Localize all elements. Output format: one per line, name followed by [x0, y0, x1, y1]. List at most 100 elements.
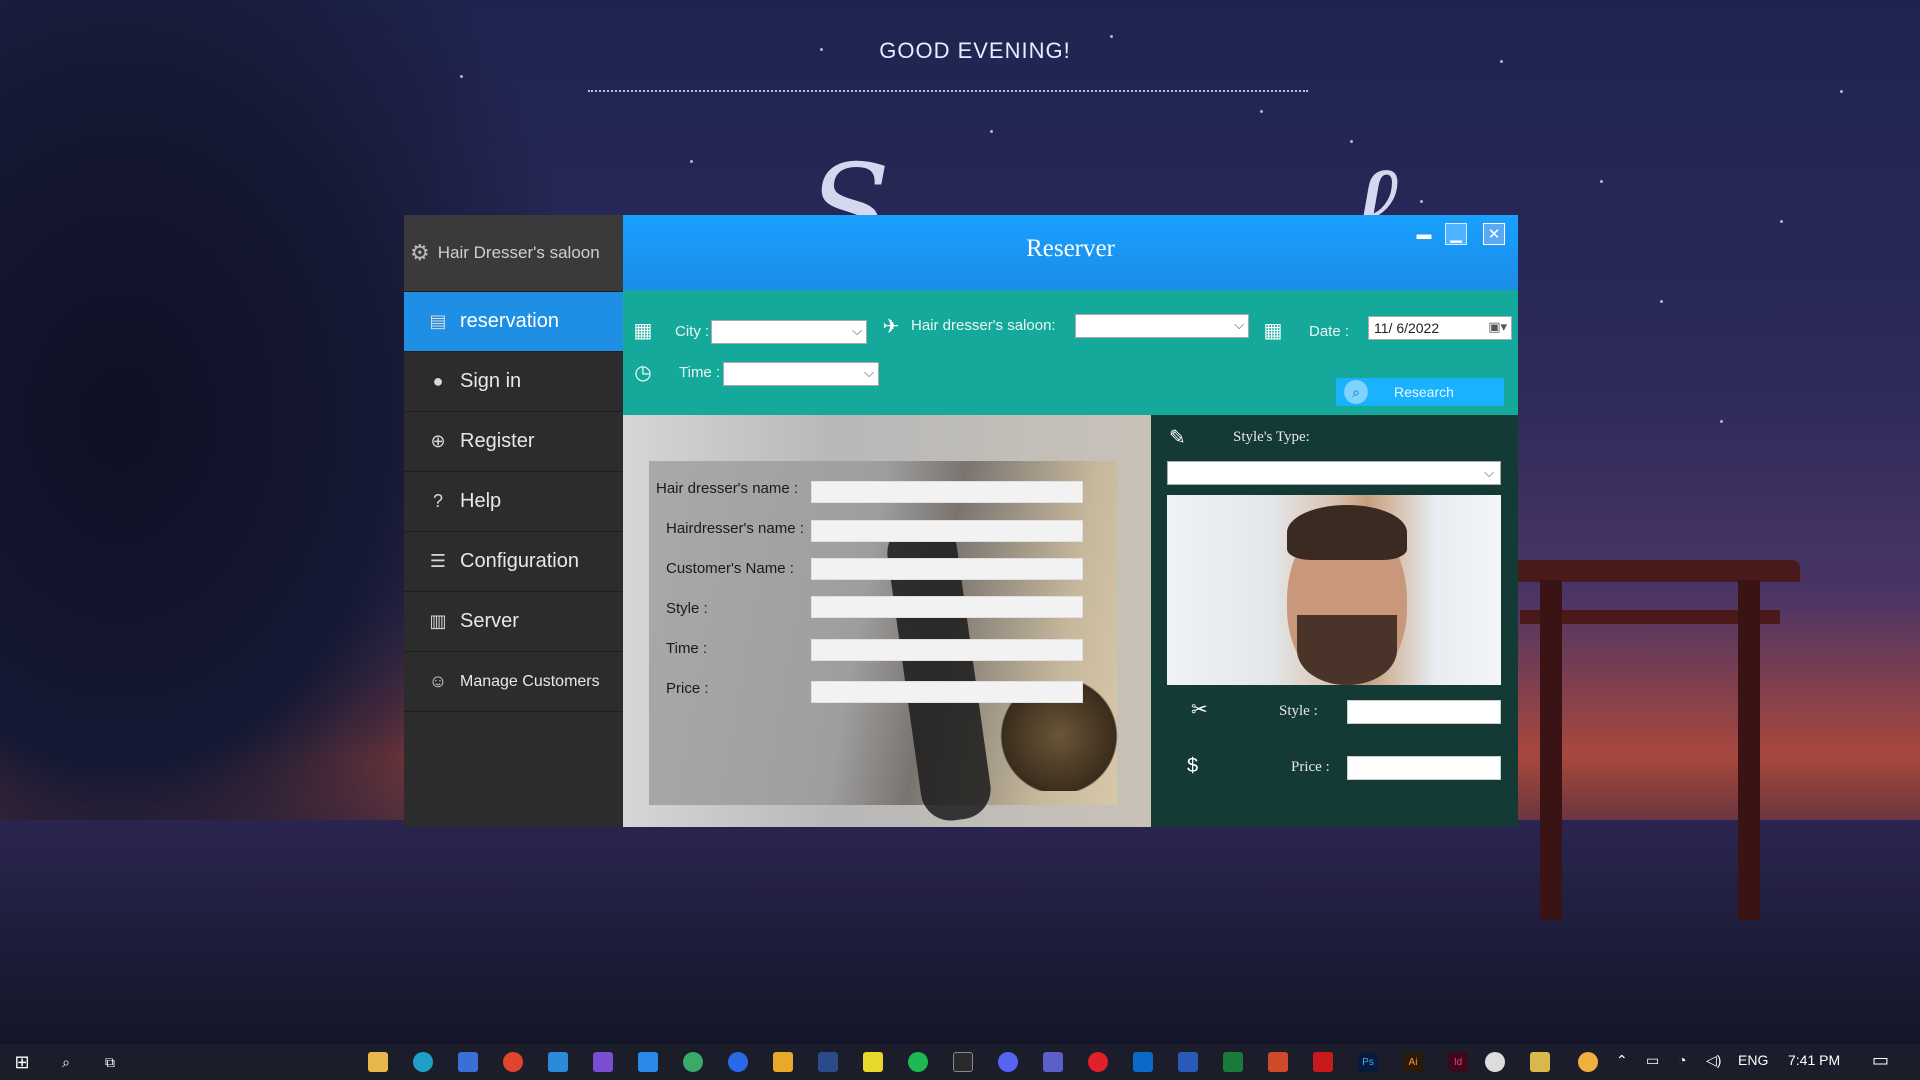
photoshop-icon[interactable]: Ps	[1358, 1052, 1378, 1072]
reservation-icon: ▤	[429, 311, 447, 331]
powerpoint-icon[interactable]	[1268, 1052, 1288, 1072]
sidebar-item-label: Register	[460, 430, 535, 452]
store-icon[interactable]	[458, 1052, 478, 1072]
time-select[interactable]: ⌵	[723, 362, 879, 386]
price-label: Price :	[666, 680, 709, 697]
sliders-icon: ☰	[429, 551, 447, 571]
price-output-field[interactable]	[1347, 756, 1501, 780]
price-field[interactable]	[811, 681, 1083, 703]
hair-dresser-name-field[interactable]	[811, 481, 1083, 503]
city-select[interactable]: ⌵	[711, 320, 867, 344]
date-label: Date :	[1309, 323, 1350, 340]
dollar-coin-icon: $	[1187, 755, 1199, 777]
style-output-label: Style :	[1279, 703, 1318, 719]
sidebar-item-sign-in[interactable]: ● Sign in	[404, 352, 623, 412]
plus-circle-icon: ⊕	[430, 431, 446, 451]
acrobat-icon[interactable]	[1313, 1052, 1333, 1072]
reservation-content: Hair dresser's name : Hairdresser's name…	[623, 415, 1518, 827]
customers-icon: ☺	[428, 671, 448, 691]
edge-icon[interactable]	[413, 1052, 433, 1072]
sidebar-item-help[interactable]: ? Help	[404, 472, 623, 532]
greeting-divider	[588, 90, 1308, 92]
opera-icon[interactable]	[1088, 1052, 1108, 1072]
windows-start-icon[interactable]: ⊞	[12, 1052, 32, 1072]
time-label: Time :	[679, 364, 721, 381]
calendar-dropdown-icon[interactable]: ▣▾	[1488, 319, 1507, 335]
app-icon-blue[interactable]	[728, 1052, 748, 1072]
hair-dresser-name-label: Hair dresser's name :	[656, 480, 799, 497]
file-explorer-icon[interactable]	[368, 1052, 388, 1072]
mail-icon[interactable]	[548, 1052, 568, 1072]
date-picker[interactable]: 11/ 6/2022 ▣▾	[1368, 316, 1512, 340]
battery-icon[interactable]: ▭	[1646, 1052, 1659, 1069]
sidebar-item-reservation[interactable]: ▤ reservation	[404, 292, 623, 352]
window-titlebar: Reserver ▬ ▁ ✕	[623, 215, 1518, 290]
date-value: 11/ 6/2022	[1374, 320, 1440, 336]
close-button[interactable]: ✕	[1483, 223, 1505, 245]
word-icon[interactable]	[1178, 1052, 1198, 1072]
sidebar: ⚙ Hair Dresser's saloon ▤ reservation ● …	[404, 215, 623, 827]
sidebar-item-register[interactable]: ⊕ Register	[404, 412, 623, 472]
indesign-icon[interactable]: Id	[1448, 1052, 1468, 1072]
app-icon-navy[interactable]	[818, 1052, 838, 1072]
sidebar-brand: ⚙ Hair Dresser's saloon	[404, 215, 623, 292]
task-view-icon[interactable]: ⧉	[100, 1052, 120, 1072]
time-field-label: Time :	[666, 640, 708, 657]
hairdresser-name-field[interactable]	[811, 520, 1083, 542]
clock[interactable]: 7:41 PM	[1788, 1052, 1840, 1068]
salon-chair-icon: ⚙	[410, 240, 430, 265]
sidebar-item-configuration[interactable]: ☰ Configuration	[404, 532, 623, 592]
app-icon-circle[interactable]	[1485, 1052, 1505, 1072]
clock-icon: ◷	[634, 361, 652, 384]
comb-icon: ✎	[1169, 427, 1186, 449]
epic-games-icon[interactable]	[953, 1052, 973, 1072]
vscode-icon[interactable]	[638, 1052, 658, 1072]
calendar-icon: ▦	[1263, 319, 1283, 342]
style-type-select[interactable]: ⌵	[1167, 461, 1501, 485]
sidebar-item-label: Configuration	[460, 550, 579, 572]
notifications-icon[interactable]: ▭	[1872, 1050, 1889, 1071]
taskbar: ⊞ ⌕ ⧉ Ps Ai Id ⌃ ▭ ◔ ◁) ENG 7:41 PM ▭	[0, 1044, 1920, 1080]
running-app-icon[interactable]	[1530, 1052, 1550, 1072]
sidebar-item-manage-customers[interactable]: ☺ Manage Customers	[404, 652, 623, 712]
saloon-select[interactable]: ⌵	[1075, 314, 1249, 338]
greeting-text: GOOD EVENING!	[879, 38, 1071, 63]
dash-button[interactable]: ▬	[1413, 223, 1435, 245]
filter-bar: ▦ City : ⌵ ✈ Hair dresser's saloon: ⌵ ▦ …	[623, 290, 1518, 415]
style-output-field[interactable]	[1347, 700, 1501, 724]
language-indicator[interactable]: ENG	[1738, 1052, 1768, 1068]
research-button[interactable]: ⌕ Research	[1336, 378, 1504, 406]
style-type-label: Style's Type:	[1233, 429, 1310, 445]
sidebar-item-label: Sign in	[460, 370, 522, 392]
wifi-icon[interactable]: ◔	[1678, 1052, 1686, 1068]
sidebar-item-server[interactable]: ▥ Server	[404, 592, 623, 652]
sidebar-brand-label: Hair Dresser's saloon	[437, 243, 600, 262]
app-icon-green[interactable]	[683, 1052, 703, 1072]
customer-name-label: Customer's Name :	[666, 560, 794, 577]
outlook-icon[interactable]	[1133, 1052, 1153, 1072]
excel-icon[interactable]	[1223, 1052, 1243, 1072]
style-field[interactable]	[811, 596, 1083, 618]
teams-icon[interactable]	[1043, 1052, 1063, 1072]
reservation-details-panel: Hair dresser's name : Hairdresser's name…	[623, 415, 1151, 827]
chrome-icon[interactable]	[503, 1052, 523, 1072]
spotify-icon[interactable]	[908, 1052, 928, 1072]
building-icon: ▦	[633, 319, 653, 342]
server-icon: ▥	[429, 611, 447, 631]
discord-icon[interactable]	[998, 1052, 1018, 1072]
sidebar-item-label: Manage Customers	[460, 672, 600, 690]
minimize-button[interactable]: ▁	[1445, 223, 1467, 245]
visual-studio-icon[interactable]	[593, 1052, 613, 1072]
time-field[interactable]	[811, 639, 1083, 661]
wallpaper-torii-gate	[1500, 560, 1800, 920]
volume-icon[interactable]: ◁)	[1706, 1052, 1721, 1069]
hair-saloon-app-window: ⚙ Hair Dresser's saloon ▤ reservation ● …	[404, 215, 1518, 827]
sticky-notes-icon[interactable]	[863, 1052, 883, 1072]
illustrator-icon[interactable]: Ai	[1403, 1052, 1423, 1072]
search-taskbar-icon[interactable]: ⌕	[56, 1052, 76, 1072]
show-hidden-icons-icon[interactable]: ⌃	[1616, 1052, 1628, 1069]
weather-icon[interactable]	[1578, 1052, 1598, 1072]
app-icon-stack[interactable]	[773, 1052, 793, 1072]
customer-name-field[interactable]	[811, 558, 1083, 580]
user-icon: ●	[432, 371, 444, 391]
